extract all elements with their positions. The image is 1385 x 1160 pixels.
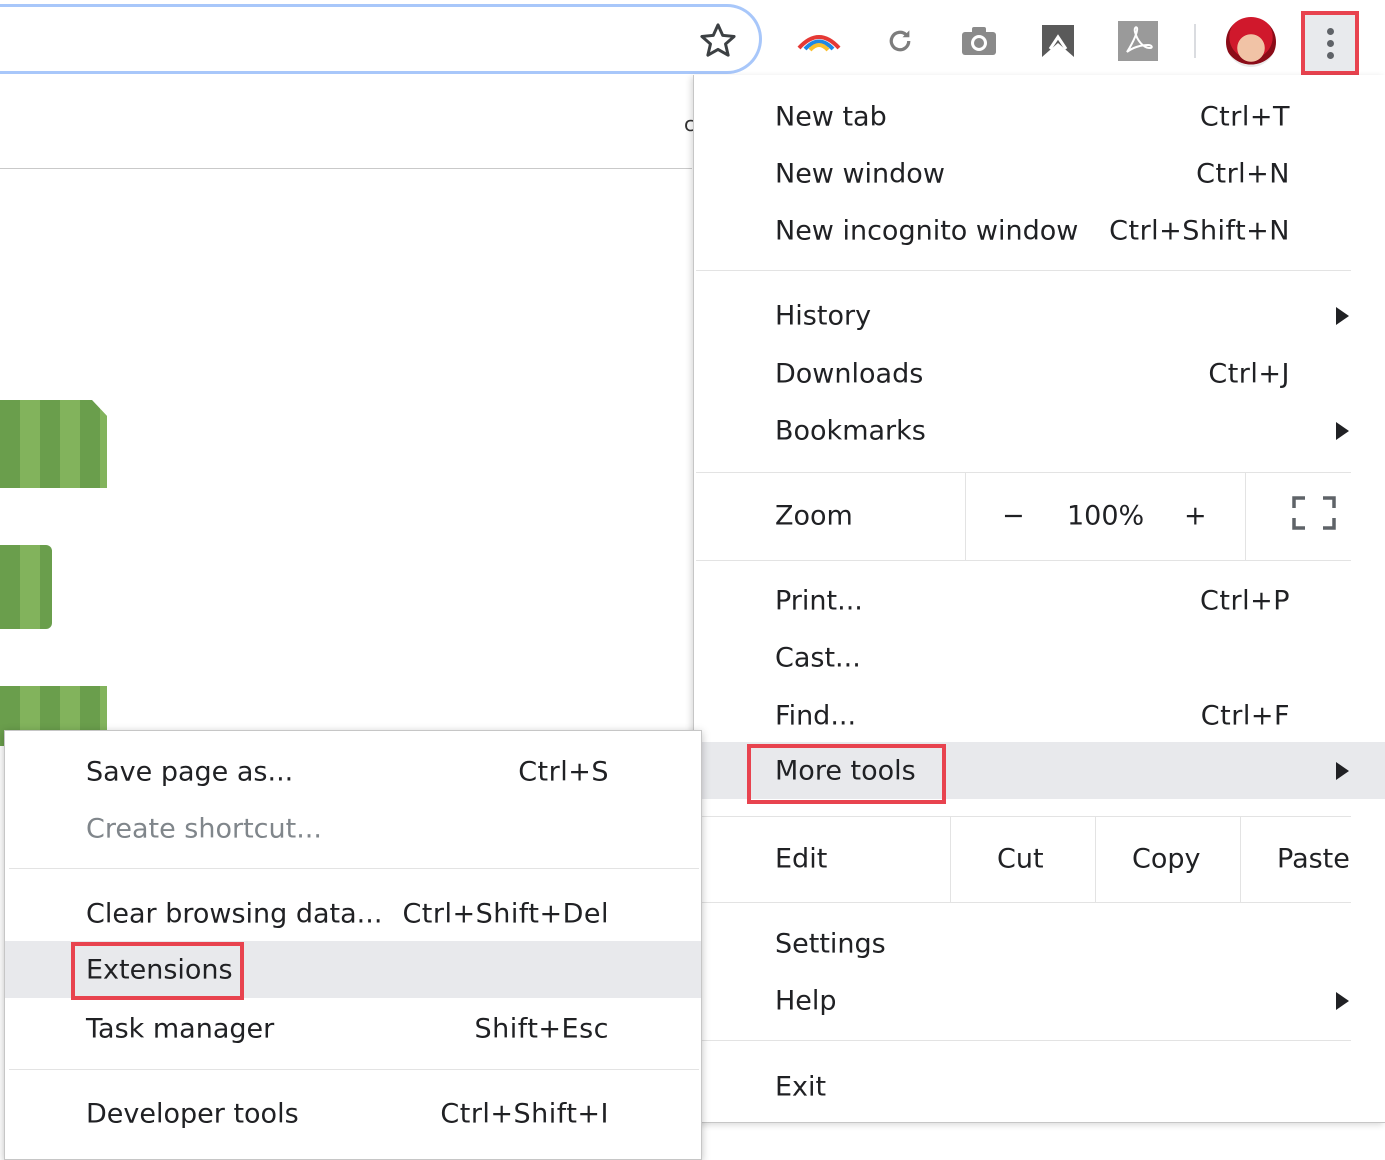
zoom-level: 100% [1067, 500, 1145, 532]
paste-button[interactable]: Paste [1277, 844, 1350, 875]
zoom-label: Zoom [775, 500, 853, 532]
menu-item-label: Bookmarks [775, 415, 926, 447]
page-divider [0, 168, 692, 169]
reload-extension-icon[interactable] [880, 18, 920, 64]
menu-separator [696, 1040, 1351, 1041]
submenu-item-clear-browsing-data[interactable]: Clear browsing data... Ctrl+Shift+Del [5, 886, 701, 942]
menu-separator [696, 902, 1351, 903]
menu-item-shortcut: Ctrl+F [1200, 700, 1290, 732]
menu-item-shortcut: Ctrl+N [1196, 158, 1290, 190]
omnibox[interactable] [0, 4, 762, 74]
menu-item-new-window[interactable]: New window Ctrl+N [694, 146, 1385, 202]
submenu-item-create-shortcut: Create shortcut... [5, 801, 701, 857]
menu-item-label: History [775, 300, 872, 332]
more-tools-submenu: Save page as... Ctrl+S Create shortcut..… [4, 730, 702, 1160]
menu-item-label: Task manager [86, 1013, 275, 1045]
menu-item-exit[interactable]: Exit [694, 1059, 1385, 1115]
submenu-item-task-manager[interactable]: Task manager Shift+Esc [5, 1001, 701, 1057]
submenu-arrow-icon [1336, 422, 1349, 440]
menu-separator [696, 560, 1351, 561]
menu-item-label: Find... [775, 700, 857, 732]
menu-item-history[interactable]: History [694, 288, 1385, 344]
menu-item-label: New incognito window [775, 215, 1079, 247]
menu-item-label: Clear browsing data... [86, 898, 383, 930]
fullscreen-icon[interactable] [1292, 496, 1336, 530]
copy-button[interactable]: Copy [1132, 844, 1201, 875]
menu-item-label: Cast... [775, 642, 861, 674]
menu-item-cast[interactable]: Cast... [694, 630, 1385, 686]
menu-item-bookmarks[interactable]: Bookmarks [694, 403, 1385, 459]
menu-item-shortcut: Ctrl+J [1208, 358, 1290, 390]
menu-item-shortcut: Ctrl+P [1200, 585, 1290, 617]
menu-item-label: New tab [775, 101, 887, 133]
menu-item-new-tab[interactable]: New tab Ctrl+T [694, 89, 1385, 145]
menu-item-label: Save page as... [86, 756, 294, 788]
menu-separator [9, 868, 699, 869]
zoom-divider [965, 472, 966, 560]
menu-item-label: Developer tools [86, 1098, 299, 1130]
menu-separator [696, 270, 1351, 271]
menu-item-print[interactable]: Print... Ctrl+P [694, 573, 1385, 629]
submenu-arrow-icon [1336, 992, 1349, 1010]
menu-item-new-incognito-window[interactable]: New incognito window Ctrl+Shift+N [694, 203, 1385, 259]
submenu-arrow-icon [1336, 761, 1349, 780]
menu-item-shortcut: Ctrl+S [518, 756, 609, 788]
chrome-main-menu: New tab Ctrl+T New window Ctrl+N New inc… [693, 75, 1385, 1123]
kebab-menu-icon[interactable] [1301, 11, 1359, 75]
menu-item-shortcut: Ctrl+Shift+Del [402, 898, 609, 930]
bookmark-extension-icon[interactable] [1036, 18, 1080, 64]
submenu-item-extensions[interactable]: Extensions [5, 941, 701, 998]
menu-item-label: More tools [775, 755, 916, 786]
green-tile [0, 545, 52, 629]
menu-item-more-tools[interactable]: More tools [694, 742, 1385, 799]
rainbow-extension-icon[interactable] [795, 18, 843, 64]
menu-separator [9, 1069, 699, 1070]
menu-item-label: Print... [775, 585, 863, 617]
menu-item-shortcut: Ctrl+T [1199, 101, 1290, 133]
menu-item-label: Settings [775, 928, 886, 960]
zoom-row: Zoom − 100% + [694, 472, 1385, 560]
menu-item-label: Extensions [86, 954, 233, 985]
menu-item-shortcut: Ctrl+Shift+N [1109, 215, 1290, 247]
menu-item-help[interactable]: Help [694, 973, 1385, 1029]
acrobat-extension-icon[interactable] [1116, 18, 1160, 64]
green-tile [0, 400, 107, 488]
edit-row: Edit Cut Copy Paste [694, 816, 1385, 902]
submenu-arrow-icon [1336, 307, 1349, 325]
toolbar-separator [1194, 24, 1196, 58]
menu-item-shortcut: Ctrl+Shift+I [440, 1098, 609, 1130]
menu-item-label: Exit [775, 1071, 827, 1103]
menu-item-label: Help [775, 985, 837, 1017]
menu-item-downloads[interactable]: Downloads Ctrl+J [694, 346, 1385, 402]
edit-label: Edit [775, 843, 828, 875]
menu-item-shortcut: Shift+Esc [474, 1013, 609, 1045]
menu-item-settings[interactable]: Settings [694, 916, 1385, 972]
cut-button[interactable]: Cut [997, 844, 1044, 875]
edit-divider [1240, 816, 1241, 902]
menu-item-find[interactable]: Find... Ctrl+F [694, 688, 1385, 744]
menu-item-label: Create shortcut... [86, 813, 322, 845]
menu-item-label: Downloads [775, 358, 924, 390]
edit-divider [1095, 816, 1096, 902]
zoom-divider [1245, 472, 1246, 560]
submenu-item-developer-tools[interactable]: Developer tools Ctrl+Shift+I [5, 1086, 701, 1142]
zoom-out-button[interactable]: − [1002, 501, 1025, 532]
menu-item-label: New window [775, 158, 945, 190]
camera-extension-icon[interactable] [957, 18, 1001, 64]
star-icon[interactable] [697, 20, 739, 62]
avatar[interactable] [1226, 17, 1276, 67]
edit-divider [950, 816, 951, 902]
zoom-in-button[interactable]: + [1184, 501, 1207, 532]
submenu-item-save-page-as[interactable]: Save page as... Ctrl+S [5, 744, 701, 800]
